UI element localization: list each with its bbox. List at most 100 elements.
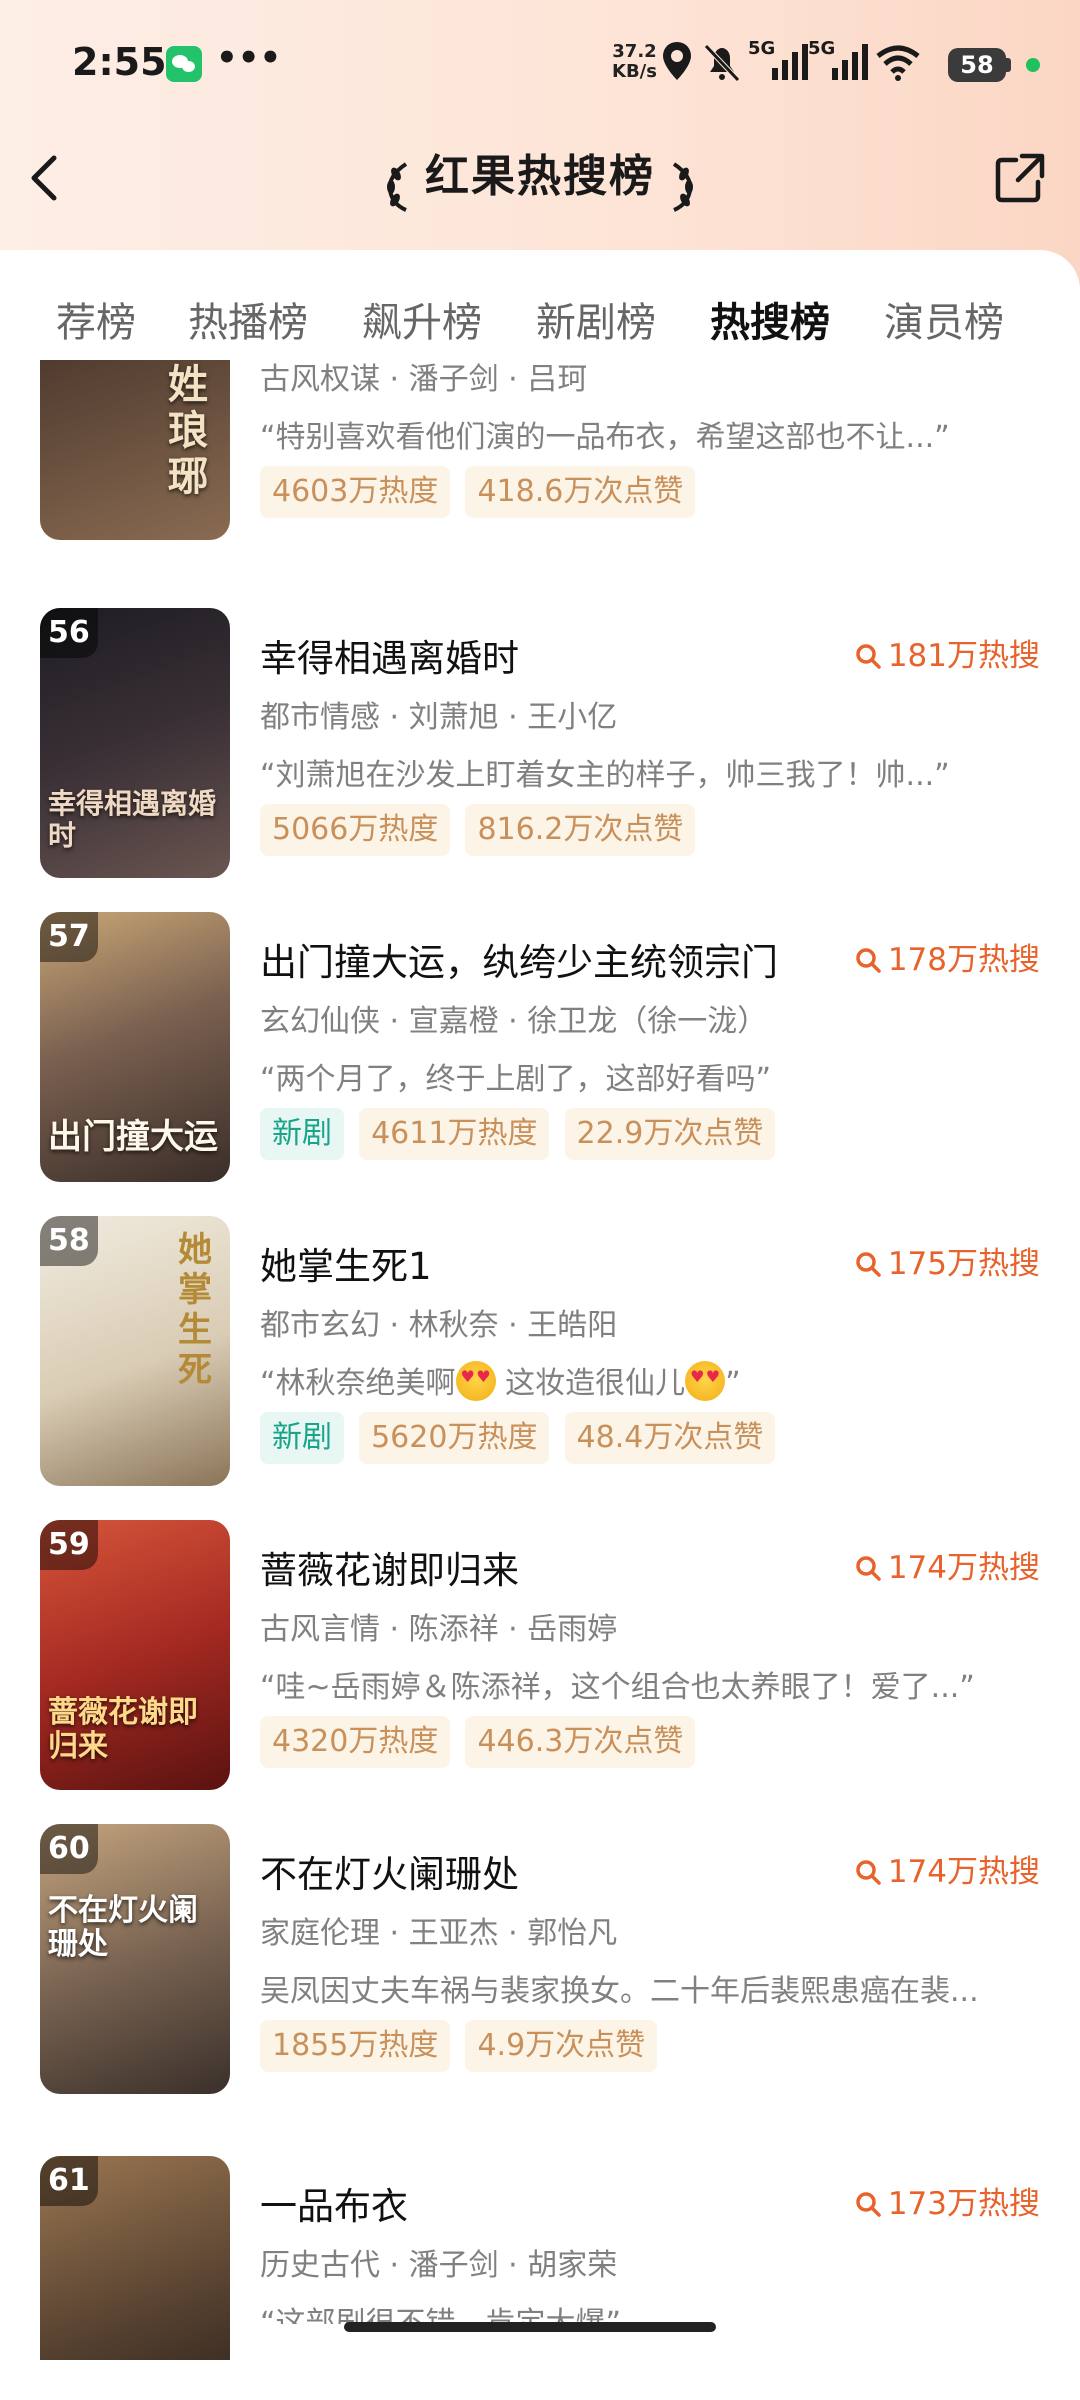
tab-rising[interactable]: 飙升榜 (362, 290, 482, 348)
drama-meta: 古风言情 · 陈添祥 · 岳雨婷 (260, 1612, 618, 1647)
poster-image[interactable]: 61 (40, 2156, 230, 2360)
drama-comment: “这部剧很不错，肯定大爆” (260, 2306, 622, 2324)
heat-tag: 5620万热度 (359, 1412, 550, 1464)
heat-tag: 1855万热度 (260, 2020, 451, 2072)
hot-search-count: 175万热搜 (854, 1238, 1040, 1283)
drama-meta: 玄幻仙侠 · 宣嘉橙 · 徐卫龙（徐一泷） (260, 1004, 768, 1039)
list-item[interactable]: 58 她掌生死 她掌生死1 175万热搜 都市玄幻 · 林秋奈 · 王皓阳 “林… (0, 1216, 1080, 1486)
ranking-list: 姓琅琊 古风权谋 · 潘子剑 · 吕珂 “特别喜欢看他们演的一品布衣，希望这部也… (0, 360, 1080, 2360)
wifi-icon (876, 45, 920, 81)
list-item[interactable]: 59 蔷薇花谢即归来 蔷薇花谢即归来 174万热搜 古风言情 · 陈添祥 · 岳… (0, 1520, 1080, 1790)
tab-actor[interactable]: 演员榜 (884, 290, 1004, 348)
search-icon (856, 644, 881, 669)
page-title: 红果热搜榜 (425, 151, 655, 202)
search-icon (856, 948, 881, 973)
list-item[interactable]: 60 不在灯火阑珊处 不在灯火阑珊处 174万热搜 家庭伦理 · 王亚杰 · 郭… (0, 1824, 1080, 2094)
hot-search-value: 174万热搜 (887, 1854, 1040, 1890)
heart-eyes-emoji-icon (455, 1361, 496, 1401)
list-item[interactable]: 姓琅琊 古风权谋 · 潘子剑 · 吕珂 “特别喜欢看他们演的一品布衣，希望这部也… (0, 360, 1080, 540)
poster-title-text: 出门撞大运 (48, 1117, 218, 1157)
list-item[interactable]: 56 幸得相遇离婚时 幸得相遇离婚时 181万热搜 都市情感 · 刘萧旭 · 王… (0, 608, 1080, 878)
drama-title[interactable]: 一品布衣 (260, 2176, 408, 2230)
more-notifications-icon: ••• (216, 38, 282, 78)
laurel-left-icon (386, 161, 408, 212)
network-speed: 37.2 KB/s (612, 42, 657, 82)
home-indicator[interactable] (344, 2322, 716, 2332)
rank-badge: 61 (40, 2156, 98, 2206)
drama-title[interactable]: 蔷薇花谢即归来 (260, 1540, 519, 1594)
hot-search-count: 174万热搜 (854, 1846, 1040, 1891)
poster-title-text: 幸得相遇离婚时 (48, 787, 217, 852)
poster-title-text: 姓琅琊 (168, 361, 208, 500)
mute-bell-icon (704, 44, 740, 82)
poster-image[interactable]: 56 幸得相遇离婚时 (40, 608, 230, 878)
drama-title[interactable]: 幸得相遇离婚时 (260, 628, 519, 682)
tab-recommend[interactable]: 荐榜 (56, 290, 136, 348)
search-icon (856, 2192, 881, 2217)
poster-image[interactable]: 59 蔷薇花谢即归来 (40, 1520, 230, 1790)
hot-search-count: 174万热搜 (854, 1542, 1040, 1587)
hot-search-value: 173万热搜 (887, 2186, 1040, 2222)
tab-hot-play[interactable]: 热播榜 (188, 290, 308, 348)
drama-tags: 新剧 5620万热度 48.4万次点赞 (260, 1412, 785, 1464)
poster-title-text: 不在灯火阑珊处 (48, 1893, 198, 1962)
likes-tag: 816.2万次点赞 (465, 804, 696, 856)
drama-tags: 新剧 4611万热度 22.9万次点赞 (260, 1108, 785, 1160)
drama-meta: 家庭伦理 · 王亚杰 · 郭怡凡 (260, 1916, 618, 1951)
heat-tag: 5066万热度 (260, 804, 451, 856)
likes-tag: 4.9万次点赞 (465, 2020, 658, 2072)
poster-title-text: 蔷薇花谢即归来 (48, 1695, 198, 1764)
battery-level: 58 (948, 48, 1006, 82)
hot-search-value: 174万热搜 (887, 1550, 1040, 1586)
drama-comment: “特别喜欢看他们演的一品布衣，希望这部也不让...” (260, 420, 950, 455)
drama-tags: 1855万热度 4.9万次点赞 (260, 2020, 667, 2072)
share-icon[interactable] (992, 150, 1048, 206)
privacy-indicator-dot (1026, 58, 1040, 72)
location-icon (663, 42, 691, 80)
signal-bars-icon (772, 44, 808, 80)
network-speed-unit: KB/s (612, 61, 657, 82)
new-drama-tag: 新剧 (260, 1108, 344, 1160)
rank-badge: 60 (40, 1824, 98, 1874)
new-drama-tag: 新剧 (260, 1412, 344, 1464)
search-icon (856, 1252, 881, 1277)
poster-image[interactable]: 57 出门撞大运 (40, 912, 230, 1182)
drama-comment: “哇~岳雨婷＆陈添祥，这个组合也太养眼了！爱了...” (260, 1670, 975, 1705)
battery-cap (1006, 58, 1011, 72)
rank-badge: 59 (40, 1520, 98, 1570)
network-speed-value: 37.2 (612, 41, 657, 62)
rank-badge: 57 (40, 912, 98, 962)
drama-title[interactable]: 她掌生死1 (260, 1236, 432, 1290)
poster-image[interactable]: 60 不在灯火阑珊处 (40, 1824, 230, 2094)
drama-meta: 都市玄幻 · 林秋奈 · 王皓阳 (260, 1308, 618, 1343)
status-bar: 2:55 ••• 37.2 KB/s 5G 5G 58 (0, 0, 1080, 130)
drama-meta: 古风权谋 · 潘子剑 · 吕珂 (260, 362, 588, 397)
drama-tags: 4320万热度 446.3万次点赞 (260, 1716, 705, 1768)
drama-comment: “刘萧旭在沙发上盯着女主的样子，帅三我了！帅...” (260, 758, 950, 793)
tab-new-drama[interactable]: 新剧榜 (536, 290, 656, 348)
laurel-right-icon (672, 161, 694, 212)
drama-title[interactable]: 出门撞大运，纨绔少主统领宗门 (260, 932, 778, 986)
search-icon (856, 1860, 881, 1885)
rank-badge: 56 (40, 608, 98, 658)
heart-eyes-emoji-icon (685, 1361, 726, 1401)
signal-bars-icon (832, 44, 868, 80)
hot-search-value: 178万热搜 (887, 942, 1040, 978)
hot-search-value: 181万热搜 (887, 638, 1040, 674)
tab-hot-search[interactable]: 热搜榜 (710, 290, 830, 348)
comment-text-3: ” (725, 1366, 741, 1401)
poster-image[interactable]: 58 她掌生死 (40, 1216, 230, 1486)
status-time: 2:55 (72, 40, 167, 84)
likes-tag: 48.4万次点赞 (564, 1412, 776, 1464)
drama-title[interactable]: 不在灯火阑珊处 (260, 1844, 519, 1898)
search-icon (856, 1556, 881, 1581)
wechat-icon (166, 46, 202, 82)
hot-search-value: 175万热搜 (887, 1246, 1040, 1282)
poster-image[interactable]: 姓琅琊 (40, 360, 230, 540)
drama-meta: 都市情感 · 刘萧旭 · 王小亿 (260, 700, 618, 735)
drama-meta: 历史古代 · 潘子剑 · 胡家荣 (260, 2248, 618, 2283)
hot-search-count: 173万热搜 (854, 2178, 1040, 2223)
list-item[interactable]: 57 出门撞大运 出门撞大运，纨绔少主统领宗门 178万热搜 玄幻仙侠 · 宣嘉… (0, 912, 1080, 1182)
drama-comment: “林秋奈绝美啊 这妆造很仙儿 ” (260, 1358, 1020, 1402)
drama-tags: 4603万热度 418.6万次点赞 (260, 466, 705, 518)
